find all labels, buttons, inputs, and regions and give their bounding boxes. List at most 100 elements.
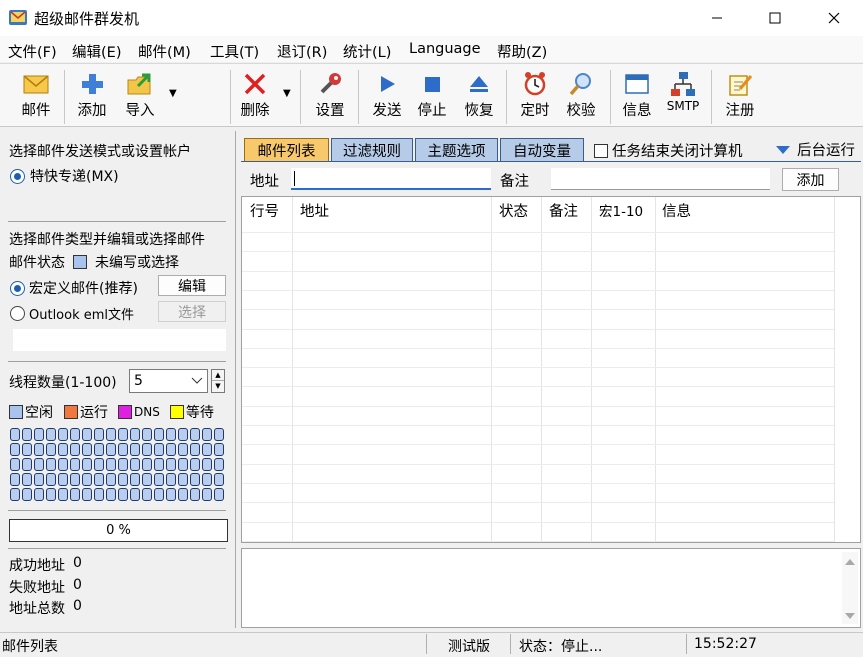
tab-filter-rules[interactable]: 过滤规则 bbox=[331, 138, 413, 162]
thread-cell bbox=[46, 473, 56, 486]
info-button[interactable]: 信息 bbox=[615, 70, 659, 126]
progress-bar: 0 % bbox=[9, 519, 228, 542]
add-button[interactable]: 添加 bbox=[70, 70, 114, 126]
thread-cell bbox=[202, 428, 212, 441]
table-row bbox=[242, 309, 834, 311]
outlook-eml-label: Outlook eml文件 bbox=[29, 308, 135, 323]
column-header-row-number[interactable]: 行号 bbox=[250, 200, 279, 221]
column-divider bbox=[292, 197, 293, 542]
background-run[interactable]: 后台运行 bbox=[775, 139, 855, 160]
tab-mail-list[interactable]: 邮件列表 bbox=[244, 138, 329, 162]
shutdown-checkbox[interactable] bbox=[594, 143, 608, 158]
legend-waiting: 等待 bbox=[169, 402, 214, 422]
menu-tools[interactable]: 工具(T) bbox=[210, 41, 259, 62]
eml-file-path[interactable] bbox=[13, 329, 226, 351]
mail-button[interactable]: 邮件 bbox=[14, 70, 58, 126]
settings-button[interactable]: 设置 bbox=[308, 70, 352, 126]
status-state: 状态：停止... bbox=[519, 639, 603, 655]
mail-status-value: 未编写或选择 bbox=[95, 255, 179, 271]
spin-up-icon[interactable]: ▲ bbox=[212, 370, 224, 381]
note-input[interactable] bbox=[551, 168, 770, 190]
thread-cell bbox=[142, 473, 152, 486]
thread-cell bbox=[190, 473, 200, 486]
thread-spinner[interactable]: ▲ ▼ bbox=[211, 369, 225, 393]
thread-cell bbox=[10, 473, 20, 486]
thread-cell bbox=[178, 458, 188, 471]
schedule-button[interactable]: 定时 bbox=[513, 70, 557, 126]
minimize-button[interactable] bbox=[693, 0, 741, 36]
thread-cell bbox=[154, 473, 164, 486]
stop-button[interactable]: 停止 bbox=[410, 70, 454, 126]
register-button[interactable]: 注册 bbox=[718, 70, 762, 126]
add-address-button[interactable]: 添加 bbox=[782, 168, 839, 191]
maximize-button[interactable] bbox=[751, 0, 799, 36]
thread-cell bbox=[70, 488, 80, 501]
close-button[interactable] bbox=[810, 0, 858, 36]
import-dropdown-icon[interactable]: ▼ bbox=[169, 88, 177, 99]
send-button[interactable]: 发送 bbox=[365, 70, 409, 126]
column-header-address[interactable]: 地址 bbox=[300, 200, 329, 221]
spin-down-icon[interactable]: ▼ bbox=[212, 381, 224, 392]
mail-list-table[interactable] bbox=[241, 196, 861, 543]
menu-help[interactable]: 帮助(Z) bbox=[497, 41, 547, 62]
resume-button[interactable]: 恢复 bbox=[457, 70, 501, 126]
smtp-button[interactable]: SMTP bbox=[661, 70, 705, 126]
window-icon bbox=[625, 74, 649, 94]
log-panel[interactable] bbox=[241, 548, 861, 628]
shutdown-checkbox-row[interactable]: 任务结束关闭计算机 bbox=[594, 140, 743, 161]
delete-dropdown-icon[interactable]: ▼ bbox=[283, 88, 291, 99]
verify-button[interactable]: 校验 bbox=[559, 70, 603, 126]
thread-cell bbox=[130, 443, 140, 456]
thread-cell bbox=[94, 458, 104, 471]
stop-label: 停止 bbox=[417, 103, 447, 119]
settings-label: 设置 bbox=[315, 103, 345, 119]
menu-unsubscribe[interactable]: 退订(R) bbox=[277, 41, 327, 62]
menu-file[interactable]: 文件(F) bbox=[8, 41, 57, 62]
progress-text: 0 % bbox=[106, 523, 131, 538]
log-scrollbar[interactable] bbox=[842, 552, 858, 624]
outlook-eml-radio[interactable] bbox=[10, 306, 25, 321]
scroll-up-icon[interactable] bbox=[842, 556, 858, 568]
thread-cell bbox=[142, 458, 152, 471]
address-input[interactable] bbox=[291, 168, 491, 190]
table-row bbox=[242, 270, 834, 272]
scroll-down-icon[interactable] bbox=[842, 610, 858, 622]
macro-mail-radio[interactable] bbox=[10, 280, 25, 296]
delete-button[interactable]: 删除 bbox=[235, 70, 275, 126]
legend-idle-swatch bbox=[9, 405, 23, 419]
mode-radio[interactable] bbox=[10, 168, 25, 184]
menu-statistics[interactable]: 统计(L) bbox=[343, 41, 391, 62]
import-button[interactable]: 导入 bbox=[118, 70, 162, 126]
thread-cell bbox=[118, 473, 128, 486]
outlook-eml-option[interactable]: Outlook eml文件 bbox=[10, 304, 134, 323]
legend-idle-label: 空闲 bbox=[25, 405, 53, 421]
table-row bbox=[242, 347, 834, 349]
thread-cell bbox=[10, 458, 20, 471]
menu-edit[interactable]: 编辑(E) bbox=[72, 41, 121, 62]
column-header-info[interactable]: 信息 bbox=[662, 200, 691, 221]
tab-subject-options[interactable]: 主题选项 bbox=[415, 138, 498, 162]
thread-cell bbox=[118, 458, 128, 471]
menu-language[interactable]: Language bbox=[409, 41, 481, 57]
thread-cell bbox=[142, 488, 152, 501]
thread-cell bbox=[166, 458, 176, 471]
tab-auto-variables[interactable]: 自动变量 bbox=[500, 138, 584, 162]
menu-mail[interactable]: 邮件(M) bbox=[138, 41, 191, 62]
column-header-status[interactable]: 状态 bbox=[499, 200, 528, 221]
macro-mail-option[interactable]: 宏定义邮件(推荐) bbox=[10, 278, 138, 298]
select-button[interactable]: 选择 bbox=[158, 301, 226, 322]
column-header-macro[interactable]: 宏1-10 bbox=[599, 200, 643, 220]
column-header-note[interactable]: 备注 bbox=[549, 200, 578, 221]
thread-count-select[interactable]: 5 bbox=[129, 369, 208, 393]
thread-cell bbox=[130, 473, 140, 486]
thread-legend: 空闲 运行 DNS 等待 bbox=[9, 402, 214, 422]
mode-option-mx[interactable]: 特快专递(MX) bbox=[10, 166, 119, 186]
thread-cell bbox=[178, 428, 188, 441]
mode-title: 选择邮件发送模式或设置帐户 bbox=[9, 144, 191, 160]
thread-cell bbox=[202, 458, 212, 471]
thread-cell bbox=[34, 458, 44, 471]
thread-cell bbox=[58, 458, 68, 471]
status-edition: 测试版 bbox=[448, 639, 490, 655]
thread-label: 线程数量(1-100) bbox=[9, 375, 117, 391]
edit-button[interactable]: 编辑 bbox=[158, 275, 226, 296]
